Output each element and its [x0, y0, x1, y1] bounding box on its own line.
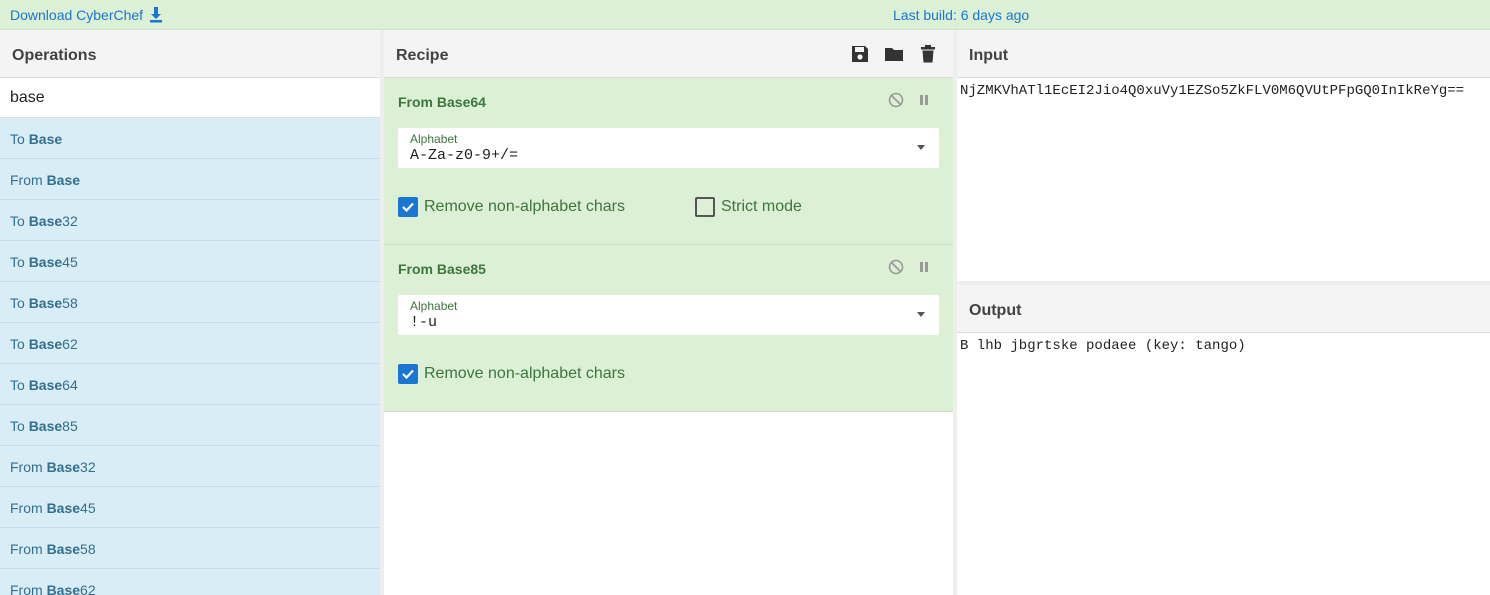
disable-icon[interactable] [888, 259, 904, 275]
list-item[interactable]: To Base [0, 118, 380, 159]
remove-non-alphabet-checkbox[interactable]: Remove non-alphabet chars [398, 364, 625, 384]
list-item[interactable]: To Base45 [0, 241, 380, 282]
list-item[interactable]: From Base [0, 159, 380, 200]
recipe-toolbar [850, 44, 938, 64]
list-item[interactable]: To Base64 [0, 364, 380, 405]
checkbox-label: Remove non-alphabet chars [424, 198, 626, 215]
list-item[interactable]: From Base45 [0, 487, 380, 528]
last-build-text: Last build: 6 days ago [893, 7, 1030, 23]
list-item[interactable]: To Base85 [0, 405, 380, 446]
save-icon[interactable] [850, 44, 870, 64]
download-cyberchef-link[interactable]: Download CyberChef [10, 7, 163, 23]
list-item[interactable]: To Base58 [0, 282, 380, 323]
pause-icon[interactable] [916, 92, 932, 108]
alphabet-label: Alphabet [410, 132, 458, 146]
chevron-down-icon [917, 312, 925, 317]
output-title: Output [957, 285, 1490, 333]
alphabet-value: !-u [410, 314, 438, 331]
list-item[interactable]: To Base32 [0, 200, 380, 241]
remove-non-alphabet-checkbox[interactable]: Remove non-alphabet chars [398, 197, 625, 217]
disable-icon[interactable] [888, 92, 904, 108]
list-item[interactable]: From Base62 [0, 569, 380, 595]
operations-list: To Base From Base To Base32 To Base45 To… [0, 118, 380, 595]
checkbox-label: Remove non-alphabet chars [424, 365, 626, 382]
folder-icon[interactable] [884, 44, 904, 64]
op-controls [888, 259, 932, 275]
op-controls [888, 92, 932, 108]
list-item[interactable]: From Base32 [0, 446, 380, 487]
checkbox-label: Strict mode [721, 198, 802, 215]
list-item[interactable]: To Base62 [0, 323, 380, 364]
download-icon [150, 7, 163, 23]
alphabet-select[interactable]: Alphabet !-u [398, 295, 939, 335]
pause-icon[interactable] [916, 259, 932, 275]
op-title: From Base64 [398, 94, 486, 110]
checkbox-checked-icon [398, 197, 418, 217]
alphabet-select[interactable]: Alphabet A-Za-z0-9+/= [398, 128, 939, 168]
input-title: Input [957, 30, 1490, 78]
operations-title: Operations [0, 30, 380, 78]
strict-mode-checkbox[interactable]: Strict mode [695, 197, 802, 217]
download-label: Download CyberChef [10, 7, 144, 23]
chevron-down-icon [917, 145, 925, 150]
list-item[interactable]: From Base58 [0, 528, 380, 569]
op-title: From Base85 [398, 261, 486, 277]
checkbox-checked-icon [398, 364, 418, 384]
trash-icon[interactable] [918, 44, 938, 64]
recipe-op-from-base85[interactable]: From Base85 Alphabet !-u Remove non-alph… [384, 245, 953, 412]
checkbox-unchecked-icon [695, 197, 715, 217]
operations-search-input[interactable] [0, 78, 380, 118]
recipe-list: From Base64 Alphabet A-Za-z0-9+/= Remove… [384, 78, 953, 595]
alphabet-label: Alphabet [410, 299, 458, 313]
top-bar: Download CyberChef Last build: 6 days ag… [0, 0, 1490, 30]
output-textarea[interactable]: B lhb jbgrtske podaee (key: tango) [960, 338, 1246, 354]
input-textarea[interactable]: NjZMKVhATl1EcEI2Jio4Q0xuVy1EZSo5ZkFLV0M6… [960, 83, 1464, 99]
recipe-op-from-base64[interactable]: From Base64 Alphabet A-Za-z0-9+/= Remove… [384, 78, 953, 245]
alphabet-value: A-Za-z0-9+/= [410, 147, 519, 164]
